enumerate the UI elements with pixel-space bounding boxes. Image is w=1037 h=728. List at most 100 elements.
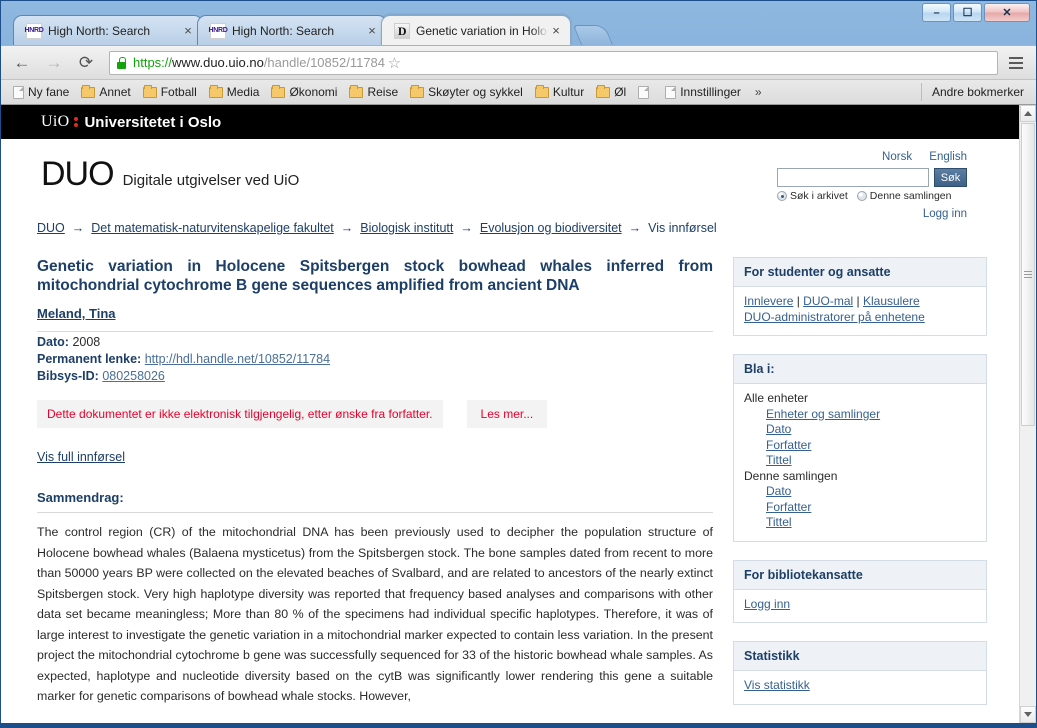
sidebar-box-students: For studenter og ansatte Innlevere | DUO… [733, 257, 987, 336]
reload-icon[interactable]: ⟳ [73, 50, 99, 76]
divider [37, 331, 713, 332]
close-window-button[interactable]: ✕ [984, 3, 1030, 22]
abstract-text: The control region (CR) of the mitochond… [37, 525, 713, 703]
author-link[interactable]: Meland, Tina [37, 306, 116, 321]
lang-norsk-link[interactable]: Norsk [882, 151, 912, 163]
tab-title: High North: Search [232, 23, 335, 38]
breadcrumb-item-fakultet[interactable]: Det matematisk-naturvitenskapelige fakul… [91, 221, 333, 235]
tab-close-icon[interactable]: × [364, 23, 380, 38]
breadcrumb-separator: → [340, 221, 354, 235]
availability-notice-row: Dette dokumentet er ikke elektronisk til… [37, 400, 713, 428]
vertical-scrollbar[interactable] [1019, 105, 1036, 723]
back-icon[interactable]: ← [9, 50, 35, 76]
bookmark-label: Andre bokmerker [931, 85, 1024, 99]
forward-icon[interactable]: → [41, 50, 67, 76]
new-tab-button[interactable] [572, 25, 614, 45]
page-icon [13, 85, 24, 99]
folder-icon [410, 84, 425, 98]
scrollbar-thumb[interactable] [1021, 123, 1035, 426]
bookmark-label: Skøyter og sykkel [428, 85, 523, 99]
page-icon [665, 85, 677, 99]
browse-link[interactable]: Forfatter [766, 438, 811, 452]
tab-close-icon[interactable]: × [548, 23, 564, 38]
browse-link[interactable]: Forfatter [766, 500, 811, 514]
hamburger-menu-icon[interactable] [1004, 51, 1028, 75]
bookmark-skoyter-og-sykkel[interactable]: Skøyter og sykkel [404, 83, 529, 101]
bookmark-reise[interactable]: Reise [343, 83, 404, 101]
author-line: Meland, Tina [37, 306, 713, 321]
bookmark-unnamed[interactable] [632, 84, 659, 101]
sidebar-box-content: Logg inn [734, 590, 986, 623]
tab-high-north-1[interactable]: HN RD High North: Search × [13, 15, 203, 45]
address-bar-url: https://www.duo.uio.no/handle/10852/1178… [133, 55, 385, 70]
bookmark-media[interactable]: Media [203, 83, 266, 101]
tab-genetic-variation[interactable]: D Genetic variation in Holoc × [381, 15, 571, 45]
browse-item-enheter-og-samlinger: Enheter og samlinger [744, 407, 976, 423]
maximize-button[interactable]: ☐ [953, 3, 982, 22]
folder-icon [81, 84, 96, 98]
link-innlevere[interactable]: Innlevere [744, 294, 793, 308]
bookmark-label: Media [226, 85, 260, 99]
radio-dot-icon [777, 191, 787, 201]
bookmark-kultur[interactable]: Kultur [529, 83, 590, 101]
availability-notice: Dette dokumentet er ikke elektronisk til… [37, 400, 443, 428]
login-link[interactable]: Logg inn [923, 208, 967, 220]
meta-bibsys-link[interactable]: 080258026 [102, 369, 165, 383]
bookmark-label: Øl [614, 85, 627, 99]
browse-link[interactable]: Tittel [766, 515, 792, 529]
bookmark-other-bookmarks[interactable]: Andre bokmerker [920, 83, 1030, 101]
breadcrumb-item-institutt[interactable]: Biologisk institutt [360, 221, 453, 235]
sidebar-heading-statistics: Statistikk [734, 642, 986, 671]
bookmark-star-icon[interactable]: ☆ [385, 54, 401, 72]
url-host: www.duo.uio.no [172, 55, 264, 70]
tab-high-north-2[interactable]: HN RD High North: Search × [197, 15, 387, 45]
full-record-link[interactable]: Vis full innførsel [37, 450, 125, 464]
scroll-up-button[interactable] [1020, 105, 1036, 122]
bookmark-innstillinger[interactable]: Innstillinger [659, 83, 747, 101]
uio-university-name: Universitetet i Oslo [84, 113, 222, 131]
link-separator: | [793, 294, 804, 308]
breadcrumb-item-duo[interactable]: DUO [37, 221, 65, 235]
meta-date-label: Dato: [37, 335, 69, 349]
duo-logo[interactable]: DUO [41, 155, 115, 193]
language-links: Norsk English [777, 151, 967, 163]
breadcrumb-item-evolusjon[interactable]: Evolusjon og biodiversitet [480, 221, 622, 235]
bookmark-annet[interactable]: Annet [75, 83, 136, 101]
bookmark-label: Fotball [160, 85, 197, 99]
sidebar-box-statistics: Statistikk Vis statistikk [733, 641, 987, 705]
radio-this-collection[interactable]: Denne samlingen [856, 190, 951, 202]
meta-permalink-label: Permanent lenke: [37, 352, 142, 366]
browse-link[interactable]: Dato [766, 422, 791, 436]
search-input[interactable] [777, 168, 929, 187]
radio-search-archive[interactable]: Søk i arkivet [777, 190, 848, 202]
tab-close-icon[interactable]: × [180, 23, 196, 38]
search-button[interactable]: Søk [934, 168, 967, 187]
bookmark-fotball[interactable]: Fotball [137, 83, 203, 101]
browse-link[interactable]: Dato [766, 484, 791, 498]
scroll-down-button[interactable] [1020, 706, 1036, 723]
address-bar[interactable]: https://www.duo.uio.no/handle/10852/1178… [109, 50, 998, 75]
folder-icon [142, 84, 157, 98]
link-duo-administratorer[interactable]: DUO-administratorer på enhetene [744, 310, 925, 324]
browse-item-dato-all: Dato [744, 422, 976, 438]
bookmarks-overflow-icon[interactable]: » [747, 83, 770, 101]
grip-icon [1024, 271, 1032, 278]
bookmark-label: Økonomi [289, 85, 338, 99]
bookmark-ny-fane[interactable]: Ny fane [7, 83, 75, 101]
read-more-button[interactable]: Les mer... [466, 400, 548, 428]
browse-link[interactable]: Enheter og samlinger [766, 407, 880, 421]
folder-icon [596, 84, 611, 98]
library-login-link[interactable]: Logg inn [744, 597, 790, 611]
page-icon [638, 85, 650, 99]
browse-link[interactable]: Tittel [766, 453, 792, 467]
minimize-button[interactable]: – [922, 3, 951, 22]
lang-english-link[interactable]: English [929, 151, 967, 163]
link-duo-mal[interactable]: DUO-mal [803, 294, 853, 308]
bookmark-ol[interactable]: Øl [590, 83, 632, 101]
bookmark-okonomi[interactable]: Økonomi [265, 83, 343, 101]
view-statistics-link[interactable]: Vis statistikk [744, 678, 810, 692]
main-column: Genetic variation in Holocene Spitsberge… [37, 257, 713, 723]
link-klausulere[interactable]: Klausulere [863, 294, 920, 308]
meta-date: Dato: 2008 [37, 335, 713, 349]
meta-permalink-link[interactable]: http://hdl.handle.net/10852/11784 [145, 352, 330, 366]
